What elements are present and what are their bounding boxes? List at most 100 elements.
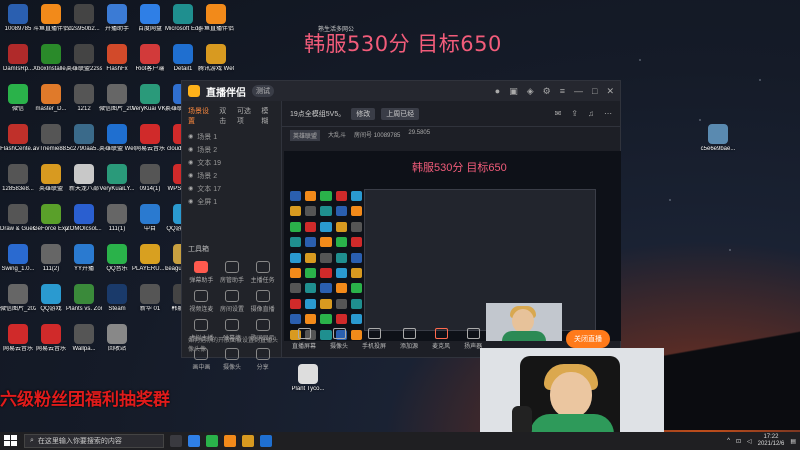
desktop-icon[interactable]: Steam bbox=[99, 284, 135, 324]
tab-blur[interactable]: 模糊 bbox=[261, 106, 275, 126]
add-source-button[interactable]: 添加源 bbox=[400, 328, 418, 350]
search-box[interactable]: ⌕ 在这里输入你要搜索的内容 bbox=[24, 434, 164, 448]
stream-preview[interactable]: 韩服530分 目标650 bbox=[284, 151, 621, 341]
desktop-icon[interactable]: Plants vs. Zombies GO... bbox=[66, 284, 102, 324]
start-button[interactable] bbox=[4, 435, 18, 447]
task-view-icon[interactable] bbox=[170, 435, 182, 447]
lol-taskbar-icon[interactable] bbox=[242, 435, 254, 447]
eye-icon[interactable]: ◉ bbox=[188, 157, 193, 170]
desktop-icon[interactable]: 英雄联盟 bbox=[33, 164, 69, 204]
scene-item[interactable]: ◉ 文本 19 bbox=[188, 157, 275, 170]
desktop-icon[interactable]: VeryKuai VK加速器 bbox=[132, 84, 168, 124]
scene-item[interactable]: ◉ 全屏 1 bbox=[188, 196, 275, 209]
eye-icon[interactable]: ◉ bbox=[188, 144, 193, 157]
desktop-icon[interactable]: VeryKuaiLY... bbox=[99, 164, 135, 204]
desktop-icon[interactable]: 10089785 bbox=[0, 4, 36, 44]
edit-button[interactable]: 修改 bbox=[351, 107, 376, 120]
desktop-icon[interactable]: YY开播 bbox=[66, 244, 102, 284]
desktop-icon[interactable]: GeForce Experience bbox=[33, 204, 69, 244]
more-icon[interactable]: ⋯ bbox=[604, 109, 612, 118]
desktop-icon[interactable]: 111(1) bbox=[99, 204, 135, 244]
help-tip[interactable]: 如何把你的开放面板设置到直播头像头像 bbox=[188, 335, 281, 353]
notification-icon[interactable]: ▤ bbox=[790, 438, 796, 445]
desktop-icon[interactable]: d2s950b2... bbox=[66, 4, 102, 44]
desktop-icon[interactable]: QQ游戏 bbox=[33, 284, 69, 324]
gift-icon[interactable]: ✉ bbox=[555, 109, 562, 118]
window-title-bar[interactable]: 直播伴侣 测试 ● ▣ ◈ ⚙ ≡ — □ ✕ bbox=[182, 81, 620, 101]
desktop-icon[interactable]: ZOMOIcsoL... bbox=[66, 204, 102, 244]
desktop-icon[interactable]: FlashFx bbox=[99, 44, 135, 84]
desktop-icon[interactable]: master_D... bbox=[33, 84, 69, 124]
version-badge[interactable]: 测试 bbox=[252, 85, 274, 97]
desktop-icon[interactable]: 128583e8... bbox=[0, 164, 36, 204]
eye-icon[interactable]: ◉ bbox=[188, 170, 193, 183]
go-live-button[interactable]: 关闭直播 bbox=[566, 330, 610, 348]
phone-cast-button[interactable]: 手机投屏 bbox=[362, 328, 386, 350]
desktop-icon[interactable]: 微信图片_2021102... bbox=[0, 284, 36, 324]
volume-icon[interactable]: ◁ bbox=[747, 438, 752, 445]
desktop-icon[interactable]: Wallpa... bbox=[66, 324, 102, 364]
desktop-icon[interactable]: 中目 bbox=[132, 204, 168, 244]
desktop-icon[interactable]: 1212 bbox=[66, 84, 102, 124]
desktop-icon[interactable]: 新天龙八部 bbox=[66, 164, 102, 204]
desktop-icon[interactable]: Riot客户端 bbox=[132, 44, 168, 84]
desktop-icon[interactable]: 开播助手 bbox=[99, 4, 135, 44]
settings-icon[interactable]: ⚙ bbox=[543, 86, 551, 97]
meta-game[interactable]: 英雄联盟 bbox=[290, 130, 321, 141]
scene-item[interactable]: ◉ 文本 17 bbox=[188, 183, 275, 196]
desktop-icon[interactable]: FlashCente... bbox=[0, 124, 36, 164]
edge-taskbar-icon[interactable] bbox=[188, 435, 200, 447]
network-icon[interactable]: ⊡ bbox=[736, 438, 741, 445]
desktop-icon[interactable]: 网易云音乐 bbox=[0, 324, 36, 364]
desktop-icon[interactable]: Draw & Guess bbox=[0, 204, 36, 244]
tool-button[interactable]: 房间设置 bbox=[217, 290, 248, 313]
scene-item[interactable]: ◉ 场景 2 bbox=[188, 144, 275, 157]
close-icon[interactable]: ✕ bbox=[606, 86, 614, 97]
camera-source-button[interactable]: 摄像头 bbox=[330, 328, 348, 350]
desktop-icon[interactable]: 腾讯游戏 WeGame bbox=[198, 44, 234, 84]
bell-icon[interactable]: ♫ bbox=[588, 109, 594, 118]
desktop-icon[interactable]: 网易云音乐 bbox=[33, 324, 69, 364]
eye-icon[interactable]: ◉ bbox=[188, 131, 193, 144]
tab-scene-settings[interactable]: 场景设置 bbox=[188, 106, 215, 126]
desktop-icon[interactable]: 英雄联盟 WeGame版 bbox=[99, 124, 135, 164]
category-button[interactable]: 上周已经 bbox=[381, 107, 420, 120]
douyu-taskbar-icon[interactable] bbox=[224, 435, 236, 447]
avatar-icon[interactable]: ● bbox=[495, 86, 500, 97]
desktop-icon[interactable]: avTnemie88... bbox=[33, 124, 69, 164]
mic-button[interactable]: 麦克风 bbox=[432, 328, 450, 350]
tab-double[interactable]: 双击 bbox=[219, 106, 233, 126]
wechat-taskbar-icon[interactable] bbox=[206, 435, 218, 447]
desktop-icon[interactable]: 微信图片_2021... bbox=[99, 84, 135, 124]
desktop-icon[interactable]: Detail1 bbox=[165, 44, 201, 84]
tool-button[interactable]: 视频连麦 bbox=[186, 290, 217, 313]
desktop-icon[interactable]: 回收站 bbox=[99, 324, 135, 364]
desktop-icon[interactable]: DamIsRp... bbox=[0, 44, 36, 84]
speaker-button[interactable]: 扬声器 bbox=[464, 328, 482, 350]
desktop-icon[interactable]: 111(2) bbox=[33, 244, 69, 284]
tool-button[interactable]: 主播任务 bbox=[247, 261, 278, 284]
desktop-icon[interactable]: 百度网盘 bbox=[132, 4, 168, 44]
tab-options[interactable]: 可选项 bbox=[237, 106, 257, 126]
tool-button[interactable]: 房管助手 bbox=[217, 261, 248, 284]
eye-icon[interactable]: ◉ bbox=[188, 183, 193, 196]
scene-item[interactable]: ◉ 场景 1 bbox=[188, 131, 275, 144]
clock[interactable]: 17:22 2021/12/6 bbox=[758, 434, 785, 448]
minimize-icon[interactable]: — bbox=[574, 86, 583, 97]
maximize-icon[interactable]: □ bbox=[592, 86, 597, 97]
desktop-icon[interactable]: 新华 01 bbox=[132, 284, 168, 324]
desktop-icon[interactable]: 斗鱼直播伴侣 bbox=[198, 4, 234, 44]
desktop-icon[interactable]: PLAYERU... BATTLEGR... bbox=[132, 244, 168, 284]
tool-button[interactable]: 摄像直播 bbox=[247, 290, 278, 313]
scene-item[interactable]: ◉ 场景 2 bbox=[188, 170, 275, 183]
desktop-icon[interactable]: Microsoft Edge bbox=[165, 4, 201, 44]
eye-icon[interactable]: ◉ bbox=[188, 196, 193, 209]
desktop-icon[interactable]: XboxInstalle... bbox=[33, 44, 69, 84]
desktop-icon[interactable]: 0914(1) bbox=[132, 164, 168, 204]
tool-button[interactable]: 弹幕助手 bbox=[186, 261, 217, 284]
message-icon[interactable]: ▣ bbox=[509, 86, 518, 97]
skin-icon[interactable]: ◈ bbox=[527, 86, 534, 97]
desktop-icon[interactable]: Swing_1.0... bbox=[0, 244, 36, 284]
share-icon[interactable]: ⇪ bbox=[571, 109, 578, 118]
screen-source-button[interactable]: 直播屏幕 bbox=[292, 328, 316, 350]
